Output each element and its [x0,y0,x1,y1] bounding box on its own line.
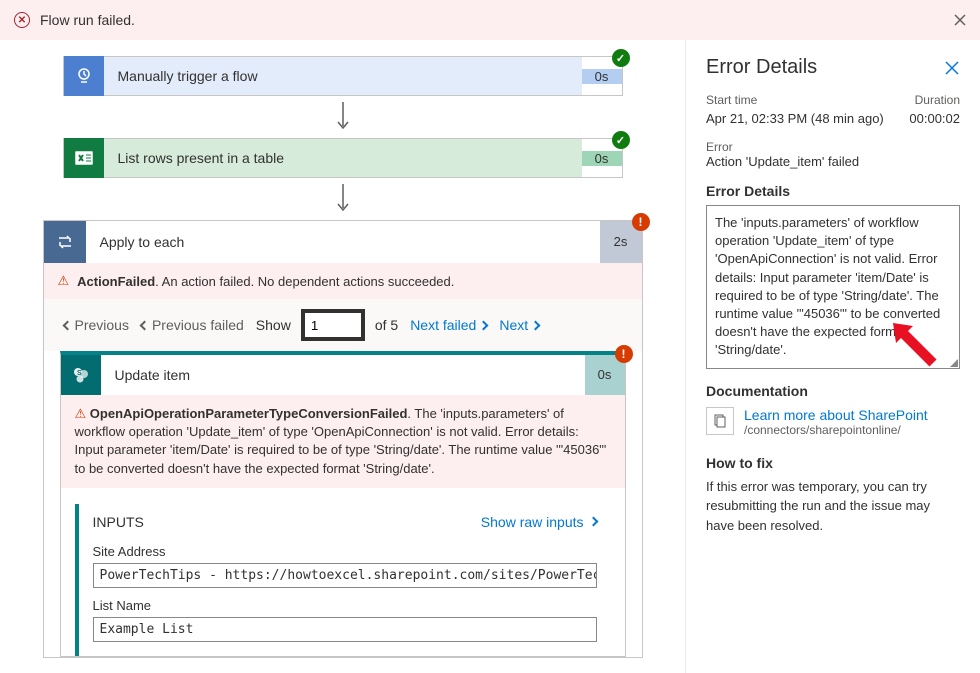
action-failed-banner: ⚠ ActionFailed. An action failed. No dep… [44,263,642,299]
close-icon[interactable] [954,14,966,26]
error-code: OpenApiOperationParameterTypeConversionF… [90,406,408,421]
document-icon [706,407,734,435]
error-message: . An action failed. No dependent actions… [155,274,454,289]
documentation-label: Documentation [706,383,960,399]
step-update-item: ! S Update item 0s ⚠ OpenApiOperationPar… [60,351,626,657]
step-loop[interactable]: Apply to each 2s [44,221,642,263]
duration-label: Duration [915,93,960,107]
warning-icon: ⚠ [75,406,87,421]
error-banner: ✕ Flow run failed. [0,0,980,40]
step-title: List rows present in a table [104,150,582,166]
step-trigger[interactable]: Manually trigger a flow 0s [63,56,623,96]
pagination-bar: Previous Previous failed Show of 5 Next … [44,299,642,351]
step-duration: 0s [582,69,622,84]
banner-text: Flow run failed. [40,12,135,28]
panel-title: Error Details [706,56,817,79]
show-label: Show [256,317,291,333]
previous-button[interactable]: Previous [64,317,129,333]
previous-failed-button[interactable]: Previous failed [141,317,244,333]
inputs-heading: INPUTS [93,514,144,530]
status-success-icon: ✓ [612,131,630,149]
page-total: of 5 [375,317,398,333]
step-header[interactable]: S Update item 0s [61,355,625,395]
list-name-label: List Name [93,598,597,613]
site-address-value[interactable]: PowerTechTips - https://howtoexcel.share… [93,563,597,588]
trigger-icon [64,56,104,96]
status-error-icon: ! [615,345,633,363]
warning-icon: ⚠ [58,273,70,289]
error-details-panel: Error Details Start time Duration Apr 21… [685,40,980,673]
site-address-label: Site Address [93,544,597,559]
panel-close-icon[interactable] [944,60,960,76]
step-title: Update item [101,367,585,383]
doc-link[interactable]: Learn more about SharePoint [744,407,928,423]
inputs-section: INPUTS Show raw inputs Site Address Powe… [75,504,611,656]
error-details-textbox[interactable]: The 'inputs.parameters' of workflow oper… [706,205,960,369]
loop-icon [44,221,86,263]
status-success-icon: ✓ [612,49,630,67]
duration-value: 00:00:02 [909,111,960,126]
error-label: Error [706,140,960,154]
error-details-label: Error Details [706,183,960,199]
step-title: Apply to each [86,234,600,250]
error-code: ActionFailed [77,274,155,289]
status-error-icon: ! [632,213,650,231]
error-value: Action 'Update_item' failed [706,154,960,169]
doc-path: /connectors/sharepointonline/ [744,423,928,437]
start-time-value: Apr 21, 02:33 PM (48 min ago) [706,111,884,126]
next-button[interactable]: Next [499,317,539,333]
resize-handle-icon[interactable] [950,359,958,367]
flow-canvas: Manually trigger a flow 0s ✓ List rows p… [0,40,685,673]
start-time-label: Start time [706,93,757,107]
sharepoint-icon: S [61,355,101,395]
loop-container: ! Apply to each 2s ⚠ ActionFailed. An ac… [43,220,643,658]
step-duration: 0s [582,151,622,166]
page-input[interactable] [303,311,363,339]
step-title: Manually trigger a flow [104,68,582,84]
howto-label: How to fix [706,455,960,471]
svg-text:S: S [77,370,82,377]
operation-error-banner: ⚠ OpenApiOperationParameterTypeConversio… [61,395,625,488]
next-failed-button[interactable]: Next failed [410,317,487,333]
error-icon: ✕ [14,12,30,28]
list-name-value[interactable]: Example List [93,617,597,642]
howto-text: If this error was temporary, you can try… [706,477,960,536]
connector-arrow [40,178,645,220]
show-raw-inputs-button[interactable]: Show raw inputs [481,514,597,530]
excel-icon [64,138,104,178]
step-excel[interactable]: List rows present in a table 0s [63,138,623,178]
connector-arrow [40,96,645,138]
